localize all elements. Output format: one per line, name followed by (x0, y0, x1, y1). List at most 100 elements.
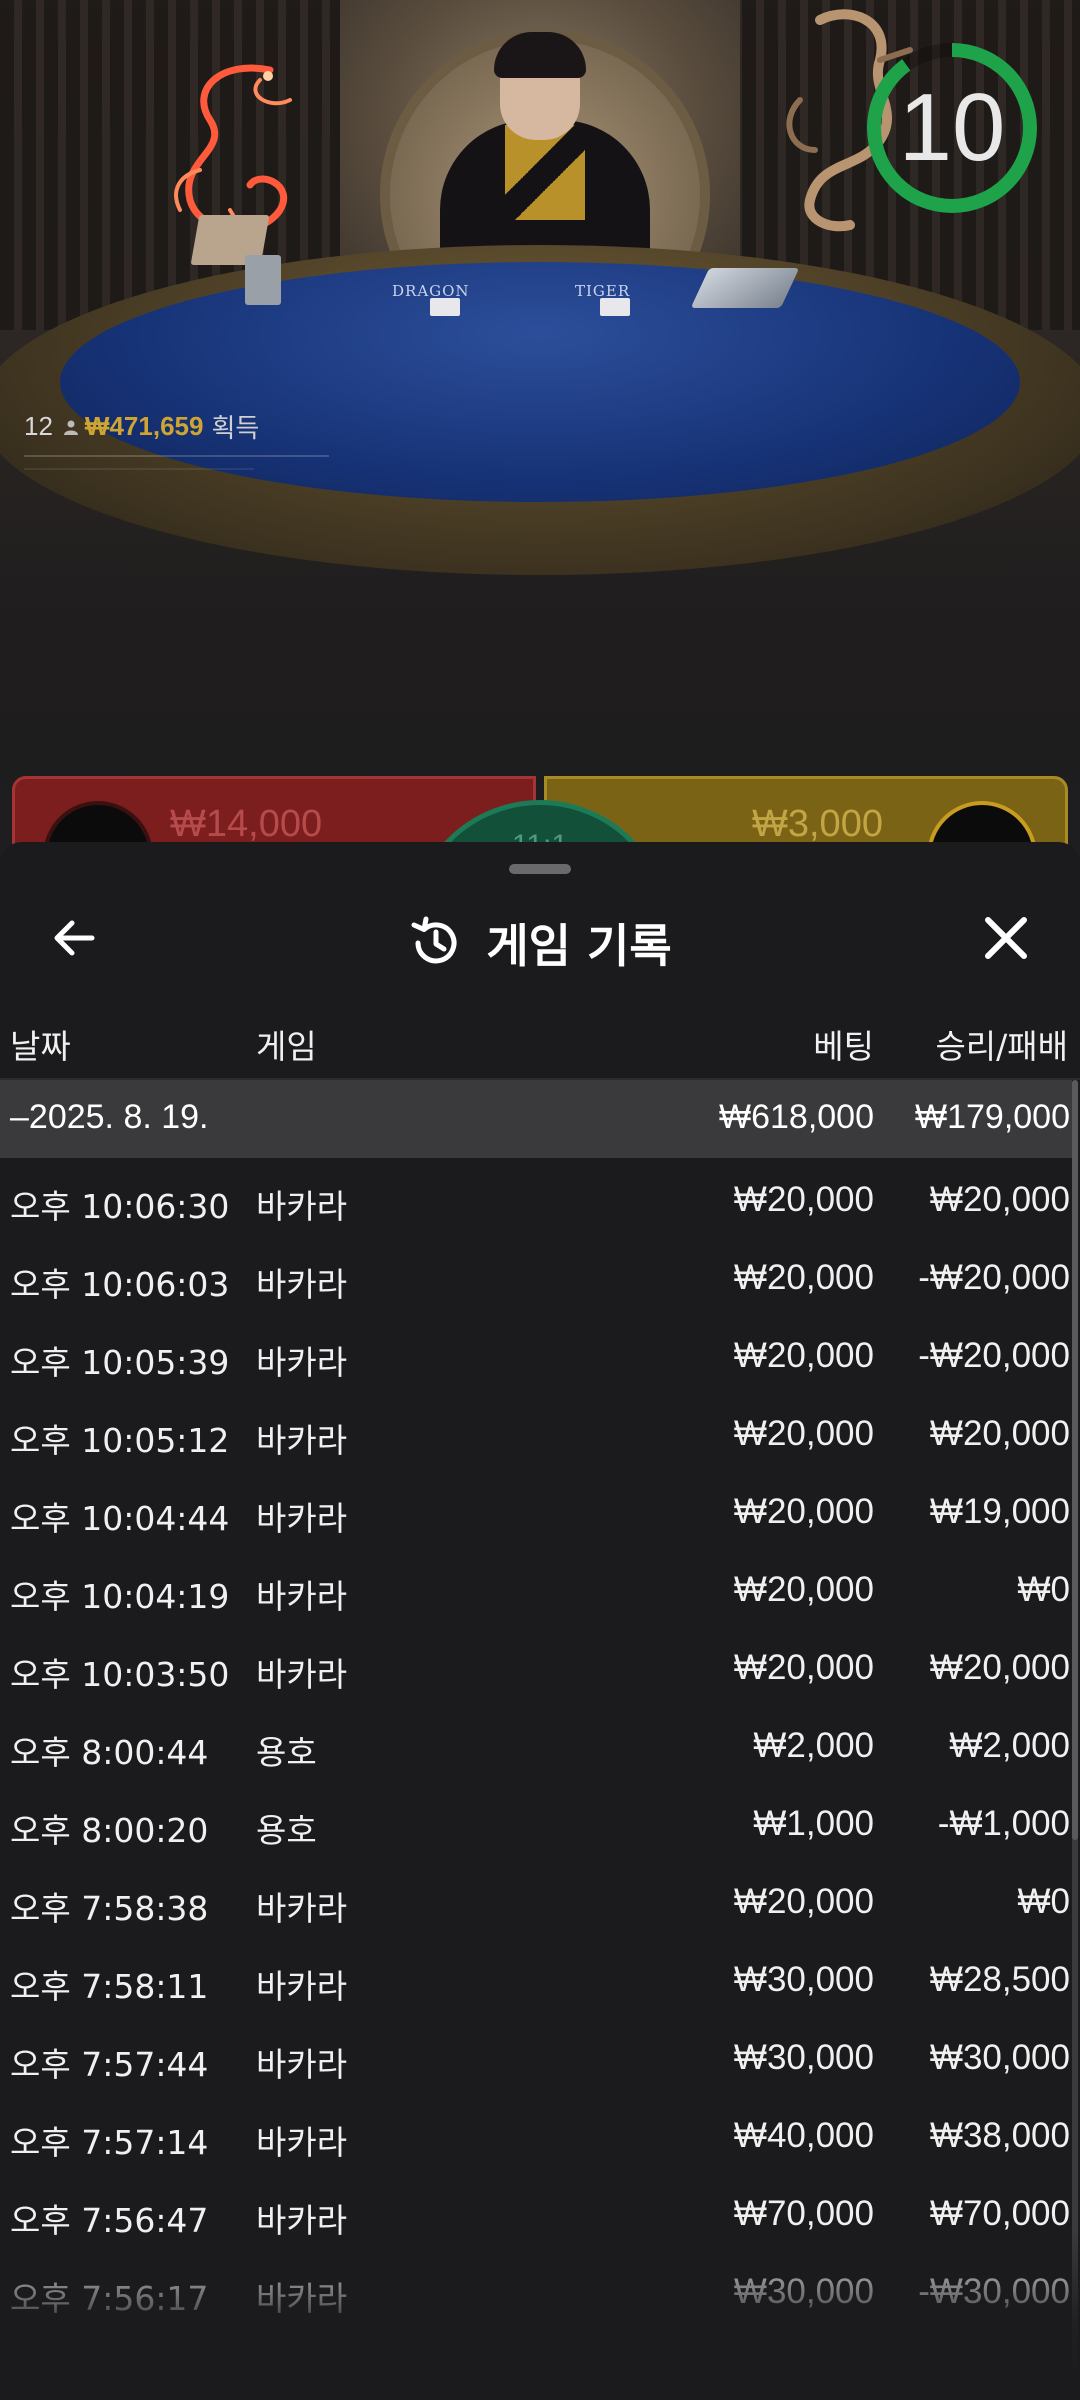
group-date: –2025. 8. 19. (10, 1098, 209, 1136)
row-result: -₩1,000 (937, 1804, 1070, 1843)
row-game: 용호 (256, 1811, 317, 1850)
history-row[interactable]: 오후 7:57:14 바카라 ₩40,000 ₩38,000 (0, 2094, 1072, 2172)
dragon-bet-amount: ₩14,000 (170, 803, 323, 845)
row-time: 오후 10:04:19 (10, 1577, 230, 1616)
table-felt (60, 262, 1020, 502)
row-result: ₩0 (1017, 1570, 1071, 1609)
row-result: ₩70,000 (929, 2194, 1070, 2233)
row-result: -₩30,000 (918, 2272, 1070, 2311)
user-icon (63, 420, 78, 435)
row-time: 오후 7:56:47 (10, 2201, 209, 2240)
column-date: 날짜 (10, 1027, 71, 1066)
row-game: 바카라 (256, 2279, 348, 2318)
row-game: 바카라 (256, 1577, 348, 1616)
row-result: ₩19,000 (929, 1492, 1070, 1531)
history-row[interactable]: 오후 10:05:39 바카라 ₩20,000 -₩20,000 (0, 1314, 1072, 1392)
group-bet-total: ₩618,000 (719, 1098, 874, 1136)
history-row[interactable]: 오후 8:00:20 용호 ₩1,000 -₩1,000 (0, 1782, 1072, 1860)
row-bet: ₩20,000 (733, 1492, 874, 1531)
row-time: 오후 7:58:11 (10, 1967, 209, 2006)
row-bet: ₩20,000 (733, 1180, 874, 1219)
row-game: 바카라 (256, 1655, 348, 1694)
tiger-bet-amount: ₩3,000 (752, 803, 883, 845)
row-game: 바카라 (256, 1343, 348, 1382)
history-row[interactable]: 오후 7:57:44 바카라 ₩30,000 ₩30,000 (0, 2016, 1072, 2094)
row-result: ₩38,000 (929, 2116, 1070, 2155)
row-bet: ₩20,000 (733, 1258, 874, 1297)
history-row[interactable]: 오후 10:05:12 바카라 ₩20,000 ₩20,000 (0, 1392, 1072, 1470)
tiger-card (600, 298, 630, 316)
scrollbar-thumb[interactable] (1072, 1080, 1078, 1840)
row-time: 오후 7:57:14 (10, 2123, 209, 2162)
history-row[interactable]: 오후 10:03:50 바카라 ₩20,000 ₩20,000 (0, 1626, 1072, 1704)
live-video-stream: DRAGON TIGER 10 12 ₩471,659 획득 (0, 0, 1080, 880)
column-game: 게임 (256, 1027, 317, 1066)
row-game: 바카라 (256, 1889, 348, 1928)
row-game: 바카라 (256, 2123, 348, 2162)
history-list: 오후 10:06:30 바카라 ₩20,000 ₩20,000 오후 10:06:03 바… (0, 1158, 1072, 2328)
card-box (245, 255, 281, 305)
row-bet: ₩20,000 (733, 1336, 874, 1375)
row-bet: ₩30,000 (733, 2272, 874, 2311)
row-result: -₩20,000 (918, 1336, 1070, 1375)
row-game: 바카라 (256, 1967, 348, 2006)
row-game: 바카라 (256, 2045, 348, 2084)
history-row[interactable]: 오후 7:56:47 바카라 ₩70,000 ₩70,000 (0, 2172, 1072, 2250)
row-bet: ₩70,000 (733, 2194, 874, 2233)
row-time: 오후 10:04:44 (10, 1499, 230, 1538)
row-bet: ₩20,000 (733, 1570, 874, 1609)
sheet-title-wrap: 게임 기록 (0, 910, 1080, 976)
row-game: 바카라 (256, 1265, 348, 1304)
close-icon (985, 917, 1027, 959)
row-time: 오후 10:05:12 (10, 1421, 230, 1460)
row-game: 바카라 (256, 1187, 348, 1226)
row-time: 오후 10:05:39 (10, 1343, 230, 1382)
table-header: 날짜 게임 베팅 승리/패배 (0, 1010, 1080, 1080)
sheet-title: 게임 기록 (486, 919, 672, 973)
winners-label: 획득 (211, 413, 260, 443)
row-result: ₩28,500 (929, 1960, 1070, 1999)
history-row[interactable]: 오후 8:00:44 용호 ₩2,000 ₩2,000 (0, 1704, 1072, 1782)
row-bet: ₩20,000 (733, 1414, 874, 1453)
date-group-row[interactable]: –2025. 8. 19. ₩618,000 ₩179,000 (0, 1080, 1072, 1158)
row-time: 오후 10:03:50 (10, 1655, 230, 1694)
row-time: 오후 8:00:20 (10, 1811, 209, 1850)
row-result: ₩20,000 (929, 1414, 1070, 1453)
history-row[interactable]: 오후 7:58:38 바카라 ₩20,000 ₩0 (0, 1860, 1072, 1938)
winners-divider-secondary (24, 468, 254, 470)
group-result-total: ₩179,000 (915, 1098, 1070, 1136)
row-bet: ₩30,000 (733, 1960, 874, 1999)
history-row[interactable]: 오후 10:04:19 바카라 ₩20,000 ₩0 (0, 1548, 1072, 1626)
row-bet: ₩20,000 (733, 1882, 874, 1921)
history-clock-icon (411, 916, 457, 964)
game-history-sheet: 게임 기록 날짜 게임 베팅 승리/패배 –2025. 8. 19. ₩618,… (0, 842, 1080, 2400)
row-result: ₩30,000 (929, 2038, 1070, 2077)
row-game: 바카라 (256, 1421, 348, 1460)
history-row[interactable]: 오후 10:06:03 바카라 ₩20,000 -₩20,000 (0, 1236, 1072, 1314)
column-result: 승리/패배 (935, 1027, 1068, 1066)
row-time: 오후 7:56:17 (10, 2279, 209, 2318)
history-row[interactable]: 오후 7:56:17 바카라 ₩30,000 -₩30,000 (0, 2250, 1072, 2328)
row-bet: ₩2,000 (753, 1726, 874, 1765)
winners-info: 12 ₩471,659 획득 (24, 408, 259, 445)
history-row[interactable]: 오후 10:06:30 바카라 ₩20,000 ₩20,000 (0, 1158, 1072, 1236)
history-row[interactable]: 오후 10:04:44 바카라 ₩20,000 ₩19,000 (0, 1470, 1072, 1548)
winners-count: 12 (24, 411, 53, 441)
row-result: ₩2,000 (949, 1726, 1070, 1765)
column-bet: 베팅 (813, 1027, 874, 1066)
close-button[interactable] (972, 904, 1040, 972)
sheet-header: 게임 기록 (0, 882, 1080, 992)
row-bet: ₩20,000 (733, 1648, 874, 1687)
card-shoe (690, 268, 800, 308)
sheet-drag-handle[interactable] (509, 864, 571, 874)
row-time: 오후 7:57:44 (10, 2045, 209, 2084)
row-result: -₩20,000 (918, 1258, 1070, 1297)
history-row[interactable]: 오후 7:58:11 바카라 ₩30,000 ₩28,500 (0, 1938, 1072, 2016)
row-game: 용호 (256, 1733, 317, 1772)
row-time: 오후 10:06:30 (10, 1187, 230, 1226)
row-result: ₩0 (1017, 1882, 1071, 1921)
row-result: ₩20,000 (929, 1648, 1070, 1687)
dragon-card (430, 298, 460, 316)
row-bet: ₩40,000 (733, 2116, 874, 2155)
row-result: ₩20,000 (929, 1180, 1070, 1219)
